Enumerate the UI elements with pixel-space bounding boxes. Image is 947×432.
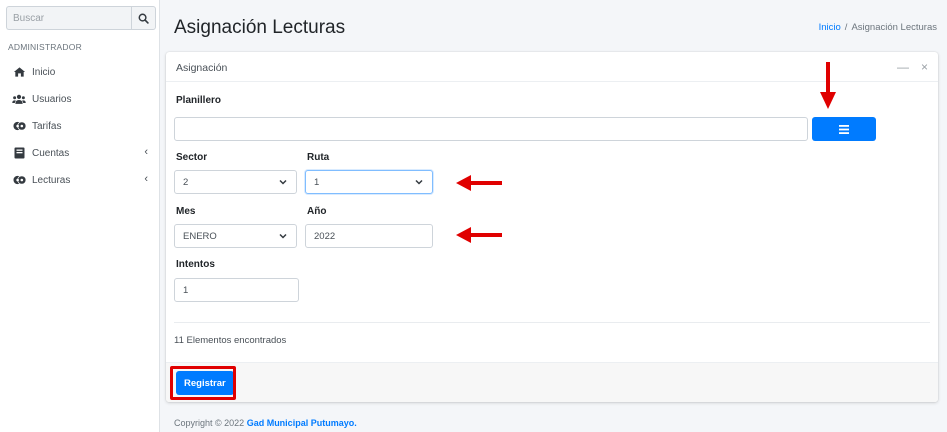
ruta-select[interactable]: 1 [305, 170, 433, 194]
annotation-arrow-left [456, 227, 502, 243]
chevron-left-icon: ‹ [144, 173, 148, 185]
breadcrumb: Inicio / Asignación Lecturas [819, 22, 937, 33]
planillero-select-button[interactable] [812, 117, 876, 141]
mes-select[interactable]: ENERO [174, 224, 297, 248]
card-footer: Registrar [166, 362, 938, 402]
breadcrumb-current: Asignación Lecturas [851, 22, 937, 33]
mes-label: Mes [176, 206, 196, 217]
organization-link[interactable]: Gad Municipal Putumayo. [247, 418, 357, 428]
chevron-down-icon [279, 179, 287, 185]
sidebar-item-label: Cuentas [32, 147, 70, 159]
chevron-down-icon [279, 233, 287, 239]
planillero-input[interactable] [174, 117, 808, 141]
anio-input[interactable]: 2022 [305, 224, 433, 248]
intentos-label: Intentos [176, 259, 215, 270]
sidebar-item-label: Tarifas [32, 120, 62, 132]
collapse-button[interactable]: — [897, 60, 909, 74]
search-icon [138, 13, 149, 24]
mes-value: ENERO [183, 230, 217, 242]
chevron-left-icon: ‹ [144, 146, 148, 158]
card-tools: — × [897, 60, 928, 74]
annotation-arrow-down [820, 62, 836, 109]
sidebar-item-usuarios[interactable]: Usuarios [0, 86, 160, 112]
sidebar-item-lecturas[interactable]: Lecturas ‹ [0, 167, 160, 193]
annotation-highlight-box [170, 366, 236, 400]
sidebar-item-tarifas[interactable]: Tarifas [0, 113, 160, 139]
breadcrumb-home-link[interactable]: Inicio [819, 22, 841, 33]
users-icon [12, 92, 26, 106]
close-button[interactable]: × [921, 60, 928, 74]
tariff-icon [12, 119, 26, 133]
readings-icon [12, 173, 26, 187]
results-count: 11 Elementos encontrados [174, 335, 287, 346]
copyright-text: Copyright © 2022 [174, 418, 245, 428]
breadcrumb-separator: / [844, 22, 848, 33]
card-title: Asignación [176, 62, 228, 74]
divider [174, 322, 930, 323]
ruta-label: Ruta [307, 152, 330, 163]
accounts-icon [12, 146, 26, 160]
sector-value: 2 [183, 176, 189, 188]
sidebar-item-cuentas[interactable]: Cuentas ‹ [0, 140, 160, 166]
search-button[interactable] [131, 6, 156, 30]
sector-select[interactable]: 2 [174, 170, 297, 194]
annotation-arrow-left [456, 175, 502, 191]
sidebar: ADMINISTRADOR Inicio Usuarios Tarifas Cu… [0, 0, 160, 432]
ruta-value: 1 [314, 176, 320, 188]
sidebar-item-label: Lecturas [32, 174, 71, 186]
sidebar-item-label: Usuarios [32, 93, 72, 105]
search-input[interactable] [6, 6, 131, 30]
sector-label: Sector [176, 152, 208, 163]
planillero-label: Planillero [176, 95, 222, 106]
sidebar-item-label: Inicio [32, 66, 56, 78]
page-title: Asignación Lecturas [174, 17, 346, 38]
nav-header: ADMINISTRADOR [8, 42, 82, 52]
chevron-down-icon [415, 179, 423, 185]
home-icon [12, 65, 26, 79]
sidebar-search [6, 6, 156, 30]
intentos-input[interactable]: 1 [174, 278, 299, 302]
anio-label: Año [307, 206, 327, 217]
bars-icon [839, 124, 849, 134]
sidebar-item-inicio[interactable]: Inicio [0, 59, 160, 85]
page-footer: Copyright © 2022 Gad Municipal Putumayo. [174, 418, 357, 428]
